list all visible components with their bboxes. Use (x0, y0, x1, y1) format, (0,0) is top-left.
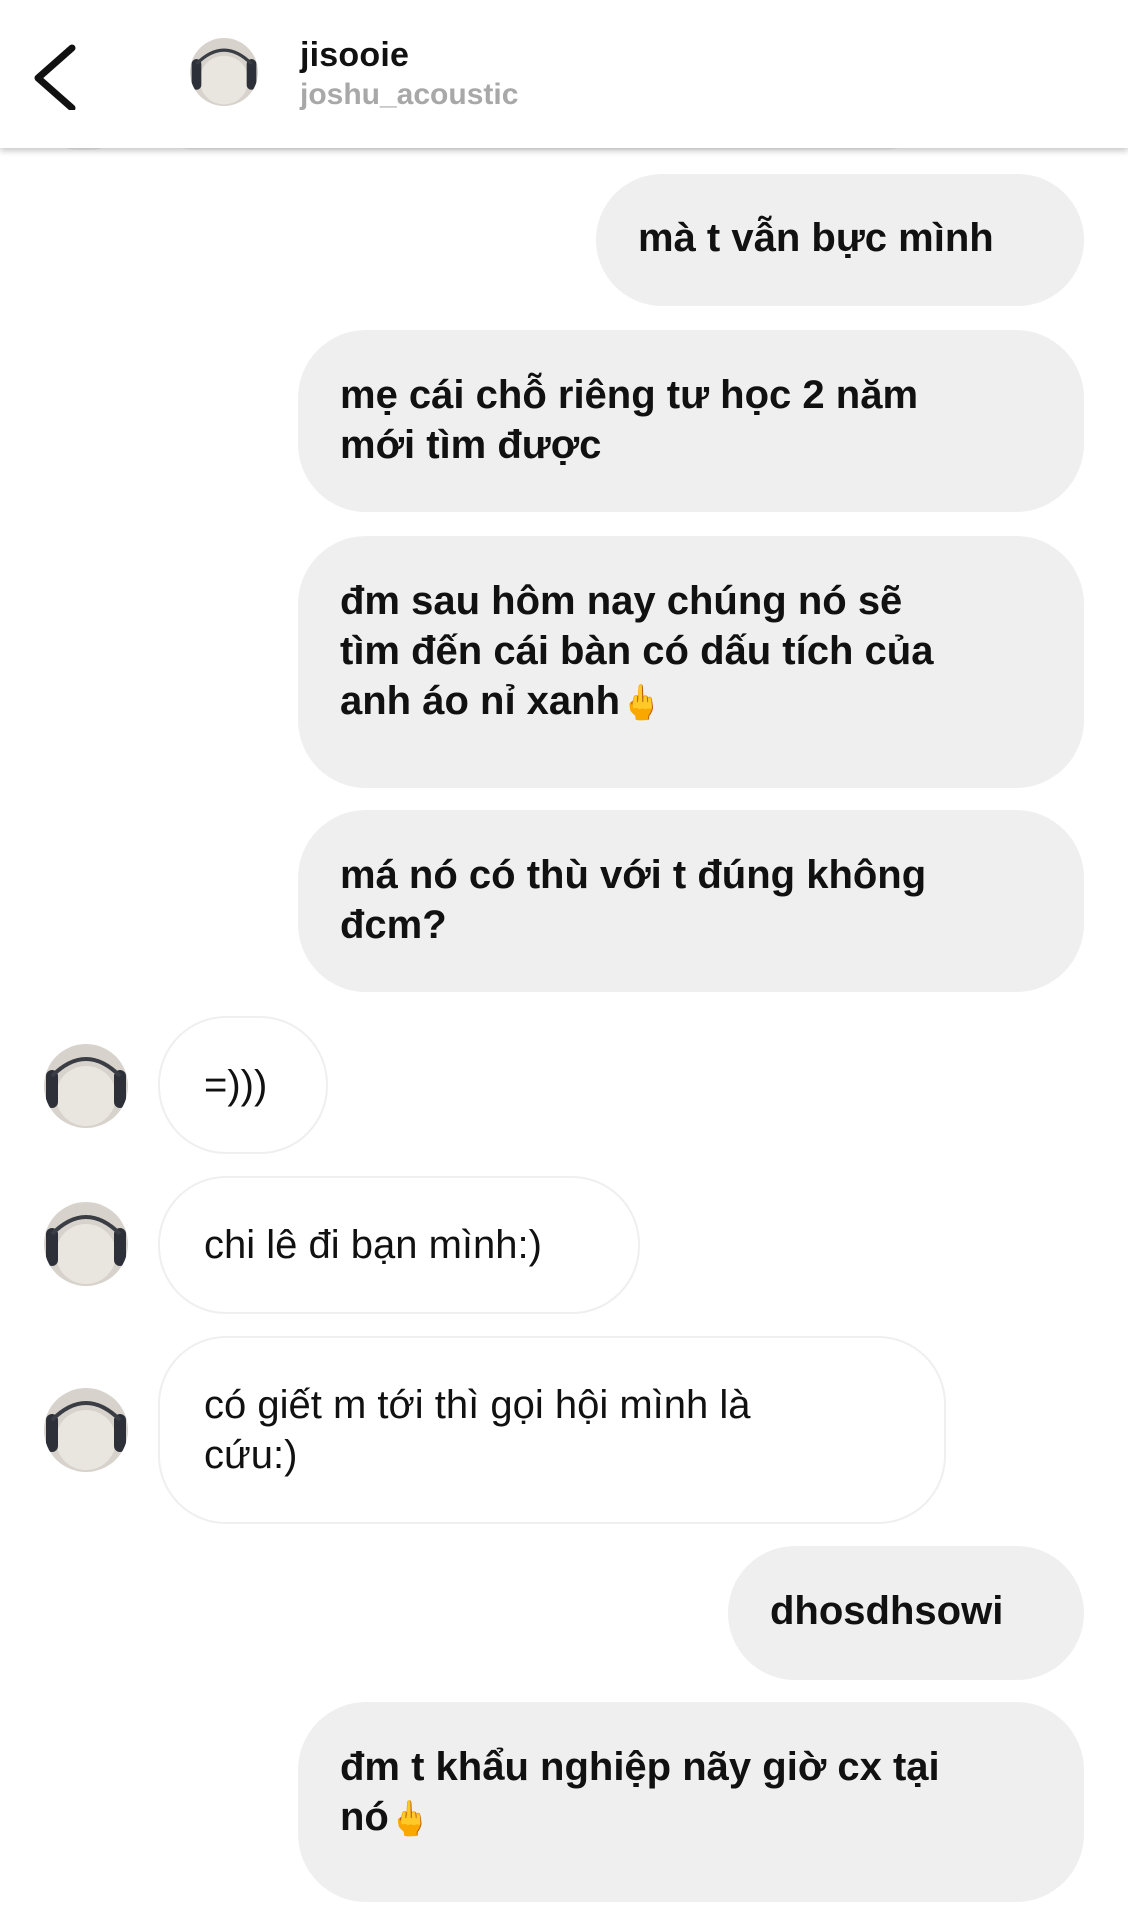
outgoing-message[interactable]: đm t khẩu nghiệp nãy giờ cx tại nó🖕 (298, 1702, 1084, 1902)
back-button[interactable] (28, 40, 88, 110)
message-text: cứu:) (204, 1433, 298, 1477)
message-text: dhosdhsowi (770, 1589, 1004, 1633)
message-text: đcm? (340, 903, 447, 947)
message-text: tìm đến cái bàn có dấu tích của (340, 629, 934, 673)
sender-avatar[interactable] (44, 1202, 128, 1286)
outgoing-message[interactable]: má nó có thù với t đúng không đcm? (298, 810, 1084, 992)
sender-avatar[interactable] (44, 1044, 128, 1128)
dm-conversation-screen: jisooie joshu_acoustic mà t vẫn bực mình… (0, 0, 1128, 1920)
message-text: mà t vẫn bực mình (638, 216, 994, 260)
message-text: nó (340, 1795, 389, 1839)
chevron-left-icon (34, 44, 76, 110)
middle-finger-emoji-icon: 🖕 (388, 1800, 432, 1838)
avatar-image (190, 38, 258, 106)
avatar-image (44, 1388, 128, 1472)
contact-username[interactable]: joshu_acoustic (300, 78, 518, 112)
sender-avatar[interactable] (44, 1388, 128, 1472)
outgoing-message[interactable]: đm sau hôm nay chúng nó sẽ tìm đến cái b… (298, 536, 1084, 788)
message-text: mới tìm được (340, 423, 602, 467)
message-text: anh áo nỉ xanh (340, 679, 621, 723)
incoming-message[interactable]: =))) (158, 1016, 328, 1154)
message-text: đm sau hôm nay chúng nó sẽ (340, 579, 903, 623)
message-text: mẹ cái chỗ riêng tư học 2 năm (340, 373, 919, 417)
avatar-image (44, 1044, 128, 1128)
message-text: có giết m tới thì gọi hội mình là (204, 1383, 751, 1427)
avatar-image (44, 1202, 128, 1286)
message-text: =))) (204, 1063, 268, 1107)
middle-finger-emoji-icon: 🖕 (620, 684, 663, 722)
message-text: má nó có thù với t đúng không (340, 853, 927, 897)
incoming-message[interactable]: có giết m tới thì gọi hội mình là cứu:) (158, 1336, 946, 1524)
outgoing-message[interactable]: mẹ cái chỗ riêng tư học 2 năm mới tìm đư… (298, 330, 1084, 512)
chat-header: jisooie joshu_acoustic (0, 0, 1128, 148)
message-text: đm t khẩu nghiệp nãy giờ cx tại (340, 1745, 940, 1789)
message-text: chi lê đi bạn mình:) (204, 1223, 542, 1267)
outgoing-message[interactable]: dhosdhsowi (728, 1546, 1084, 1680)
profile-avatar[interactable] (190, 38, 258, 106)
outgoing-message[interactable]: mà t vẫn bực mình (596, 174, 1084, 306)
incoming-message[interactable]: chi lê đi bạn mình:) (158, 1176, 640, 1314)
contact-display-name[interactable]: jisooie (300, 36, 409, 75)
